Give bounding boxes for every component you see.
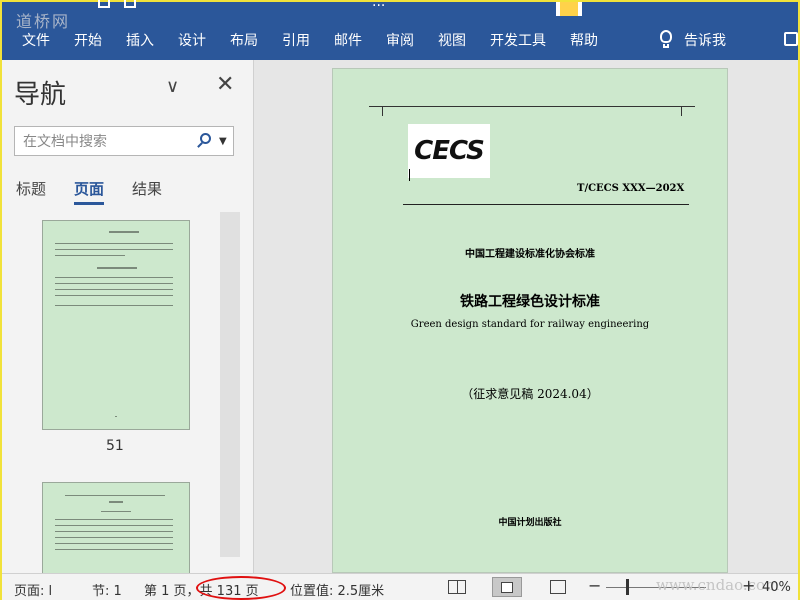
nav-title: 导航	[14, 80, 67, 110]
chevron-down-icon[interactable]: ∨	[166, 76, 179, 97]
quick-access-toolbar: 道桥网 ...	[2, 0, 798, 31]
search-dropdown-icon[interactable]: ▼	[219, 136, 233, 147]
text-cursor	[409, 169, 410, 181]
window-title: ...	[372, 0, 386, 10]
tab-file[interactable]: 文件	[2, 30, 62, 50]
save-icon[interactable]	[98, 0, 110, 8]
search-placeholder: 在文档中搜索	[23, 134, 107, 150]
document-title: 铁路工程绿色设计标准	[460, 294, 600, 310]
publisher: 中国计划出版社	[498, 518, 562, 528]
tab-home[interactable]: 开始	[62, 30, 114, 50]
status-bar: 页面: l 节: 1 第 1 页，共 131 页 位置值: 2.5厘米 − ww…	[2, 573, 798, 600]
tab-references[interactable]: 引用	[270, 30, 322, 50]
tab-mailings[interactable]: 邮件	[322, 30, 374, 50]
ribbon: 道桥网 ... 文件 开始 插入 设计 布局 引用 邮件 审阅 视图 开发工具 …	[2, 0, 798, 60]
status-position[interactable]: 位置值: 2.5厘米	[290, 580, 384, 599]
watermark-url: www.cndao.com	[656, 576, 780, 594]
tab-help[interactable]: 帮助	[558, 30, 610, 50]
search-input[interactable]: 在文档中搜索 ▼	[14, 126, 234, 156]
nav-tabs: 标题 页面 结果	[16, 178, 162, 205]
page-thumbnail-52[interactable]	[42, 482, 190, 573]
read-mode-icon[interactable]	[448, 580, 466, 594]
association-name: 中国工程建设标准化协会标准	[465, 249, 595, 260]
status-page[interactable]: 页面: l	[14, 580, 52, 599]
highlight-oval	[196, 576, 286, 600]
zoom-slider-thumb[interactable]	[626, 579, 629, 595]
tab-pages[interactable]: 页面	[74, 178, 105, 205]
highlight-icon	[556, 2, 582, 16]
zoom-level[interactable]: 40%	[762, 580, 791, 595]
tab-results[interactable]: 结果	[132, 178, 162, 199]
cecs-logo: CECS	[408, 124, 490, 178]
tab-insert[interactable]: 插入	[114, 30, 166, 50]
tab-review[interactable]: 审阅	[374, 30, 426, 50]
page-thumbnails: 51	[2, 210, 254, 573]
zoom-out-button[interactable]: −	[588, 576, 601, 595]
tell-me-box[interactable]: 告诉我	[658, 28, 726, 52]
nav-scrollbar[interactable]	[220, 212, 240, 557]
lightbulb-icon	[658, 30, 674, 50]
status-section[interactable]: 节: 1	[92, 580, 122, 599]
tab-headings[interactable]: 标题	[16, 178, 46, 199]
comment-icon[interactable]	[784, 32, 798, 46]
document-page[interactable]: CECS T/CECS XXX—202X 中国工程建设标准化协会标准 铁路工程绿…	[332, 68, 728, 573]
navigation-pane: 导航 ∨ ✕ 在文档中搜索 ▼ 标题 页面 结果 51	[2, 60, 254, 573]
draft-note: （征求意见稿 2024.04）	[461, 387, 599, 401]
undo-icon[interactable]	[124, 0, 136, 8]
ribbon-tabs: 文件 开始 插入 设计 布局 引用 邮件 审阅 视图 开发工具 帮助	[2, 28, 610, 52]
tab-view[interactable]: 视图	[426, 30, 478, 50]
page-thumbnail-51[interactable]	[42, 220, 190, 430]
search-icon[interactable]	[193, 132, 219, 150]
tab-developer[interactable]: 开发工具	[478, 30, 558, 50]
tab-design[interactable]: 设计	[166, 30, 218, 50]
document-canvas: CECS T/CECS XXX—202X 中国工程建设标准化协会标准 铁路工程绿…	[254, 60, 798, 573]
thumbnail-page-number: 51	[106, 438, 124, 454]
document-title-english: Green design standard for railway engine…	[410, 319, 650, 330]
close-icon[interactable]: ✕	[216, 72, 234, 97]
standard-code: T/CECS XXX—202X	[577, 183, 685, 194]
web-layout-icon[interactable]	[550, 580, 566, 594]
header-rule	[403, 204, 689, 205]
tell-me-label: 告诉我	[684, 33, 726, 49]
header-bracket	[369, 106, 695, 116]
print-layout-icon[interactable]	[492, 577, 522, 597]
zoom-in-button[interactable]: +	[742, 576, 755, 595]
tab-layout[interactable]: 布局	[218, 30, 270, 50]
